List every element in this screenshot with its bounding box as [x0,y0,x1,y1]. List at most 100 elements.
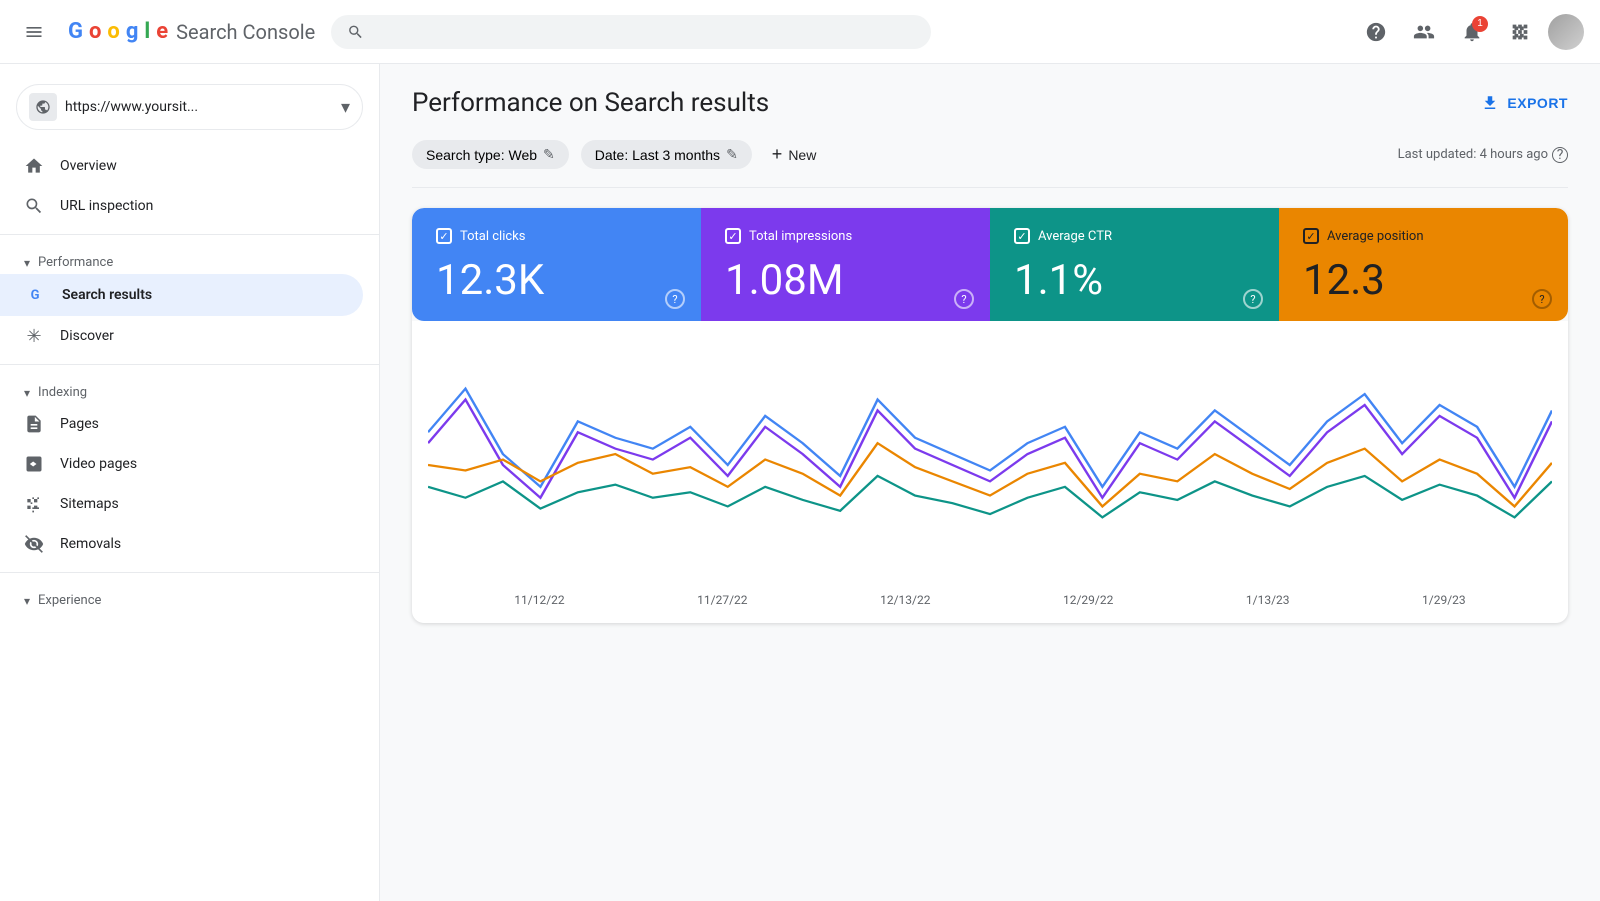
site-url: https://www.yoursit... [65,99,333,115]
metric-label-impressions: ✓ Total impressions [725,228,966,244]
metric-value-clicks: 12.3K [436,256,677,305]
site-favicon [29,93,57,121]
help-small-icon[interactable]: ? [1552,147,1568,163]
new-filter-label: New [788,147,816,163]
logo-text: Search Console [176,20,315,44]
sidebar-label-overview: Overview [60,158,117,174]
apps-button[interactable] [1500,12,1540,52]
notification-button[interactable]: 1 [1452,12,1492,52]
sitemaps-icon [24,494,44,514]
sidebar-label-search-results: Search results [62,287,152,303]
metric-label-position: ✓ Average position [1303,228,1544,244]
topbar: Google Search Console 1 [0,0,1600,64]
metric-value-impressions: 1.08M [725,256,966,305]
sidebar-label-pages: Pages [60,416,99,432]
last-updated: Last updated: 4 hours ago ? [1398,147,1568,163]
sidebar-item-sitemaps[interactable]: Sitemaps [0,484,363,524]
help-button[interactable] [1356,12,1396,52]
divider-3 [0,572,379,573]
metric-label-clicks: ✓ Total clicks [436,228,677,244]
search-input[interactable] [374,23,915,40]
checkbox-position: ✓ [1303,228,1319,244]
experience-section-label: Experience [38,593,101,608]
metric-cards: ✓ Total clicks 12.3K ? ✓ Total impressio… [412,208,1568,321]
sidebar-label-video-pages: Video pages [60,456,137,472]
date-label-5: 1/13/23 [1246,593,1290,607]
main-content: Performance on Search results EXPORT Sea… [380,64,1600,901]
people-button[interactable] [1404,12,1444,52]
sidebar-item-removals[interactable]: Removals [0,524,363,564]
download-icon [1481,94,1499,112]
avatar[interactable] [1548,14,1584,50]
date-label-2: 11/27/22 [697,593,747,607]
page-title: Performance on Search results [412,88,769,118]
indexing-section-label: Indexing [38,385,87,400]
help-icon-clicks[interactable]: ? [665,289,685,309]
chart-area [428,345,1552,585]
topbar-actions: 1 [1356,12,1584,52]
video-pages-icon [24,454,44,474]
export-label: EXPORT [1507,95,1568,111]
chart-container: 11/12/22 11/27/22 12/13/22 12/29/22 1/13… [412,321,1568,623]
divider-1 [0,234,379,235]
date-label: Date: Last 3 months [595,147,720,163]
edit-icon: ✎ [543,146,555,163]
sidebar: https://www.yoursit... ▾ Overview URL in… [0,64,380,901]
sidebar-item-url-inspection[interactable]: URL inspection [0,186,363,226]
site-selector[interactable]: https://www.yoursit... ▾ [16,84,363,130]
chart-dates: 11/12/22 11/27/22 12/13/22 12/29/22 1/13… [428,593,1552,607]
date-label-1: 11/12/22 [514,593,564,607]
sidebar-item-search-results[interactable]: G Search results [0,274,363,316]
sidebar-item-pages[interactable]: Pages [0,404,363,444]
new-filter-button[interactable]: + New [764,138,825,171]
performance-section-label: Performance [38,255,113,270]
search-bar[interactable] [331,15,931,49]
collapse-arrow-indexing-icon: ▾ [24,386,30,400]
sidebar-label-removals: Removals [60,536,121,552]
sidebar-item-overview[interactable]: Overview [0,146,363,186]
export-button[interactable]: EXPORT [1481,94,1568,112]
sidebar-label-discover: Discover [60,328,114,344]
metric-card-clicks[interactable]: ✓ Total clicks 12.3K ? [412,208,701,321]
metric-card-position[interactable]: ✓ Average position 12.3 ? [1279,208,1568,321]
metric-label-ctr: ✓ Average CTR [1014,228,1255,244]
divider-2 [0,364,379,365]
help-icon-position[interactable]: ? [1532,289,1552,309]
help-icon-ctr[interactable]: ? [1243,289,1263,309]
google-g-icon: G [24,284,46,306]
collapse-arrow-experience-icon: ▾ [24,594,30,608]
notification-badge: 1 [1472,16,1488,32]
app-container: Google Search Console 1 [0,0,1600,901]
search-icon [347,23,364,41]
discover-icon: ✳ [24,326,44,346]
home-icon [24,156,44,176]
indexing-section-header[interactable]: ▾ Indexing [0,373,379,404]
line-chart [428,345,1552,585]
metric-card-ctr[interactable]: ✓ Average CTR 1.1% ? [990,208,1279,321]
date-label-6: 1/29/23 [1422,593,1466,607]
metrics-chart-container: ✓ Total clicks 12.3K ? ✓ Total impressio… [412,208,1568,623]
metric-card-impressions[interactable]: ✓ Total impressions 1.08M ? [701,208,990,321]
search-type-filter[interactable]: Search type: Web ✎ [412,140,569,169]
sidebar-label-url-inspection: URL inspection [60,198,153,214]
checkbox-ctr: ✓ [1014,228,1030,244]
menu-button[interactable] [16,14,52,50]
page-header: Performance on Search results EXPORT [412,88,1568,118]
date-label-3: 12/13/22 [880,593,930,607]
search-icon [24,196,44,216]
metric-value-position: 12.3 [1303,256,1544,305]
checkbox-impressions: ✓ [725,228,741,244]
help-icon-impressions[interactable]: ? [954,289,974,309]
sidebar-item-video-pages[interactable]: Video pages [0,444,363,484]
edit-icon-2: ✎ [726,146,738,163]
date-filter[interactable]: Date: Last 3 months ✎ [581,140,752,169]
search-type-label: Search type: Web [426,147,537,163]
performance-section-header[interactable]: ▾ Performance [0,243,379,274]
chevron-down-icon: ▾ [341,97,350,118]
logo: Google Search Console [68,19,315,44]
experience-section-header[interactable]: ▾ Experience [0,581,379,612]
last-updated-text: Last updated: 4 hours ago [1398,147,1548,162]
sidebar-label-sitemaps: Sitemaps [60,496,119,512]
sidebar-item-discover[interactable]: ✳ Discover [0,316,363,356]
checkbox-clicks: ✓ [436,228,452,244]
